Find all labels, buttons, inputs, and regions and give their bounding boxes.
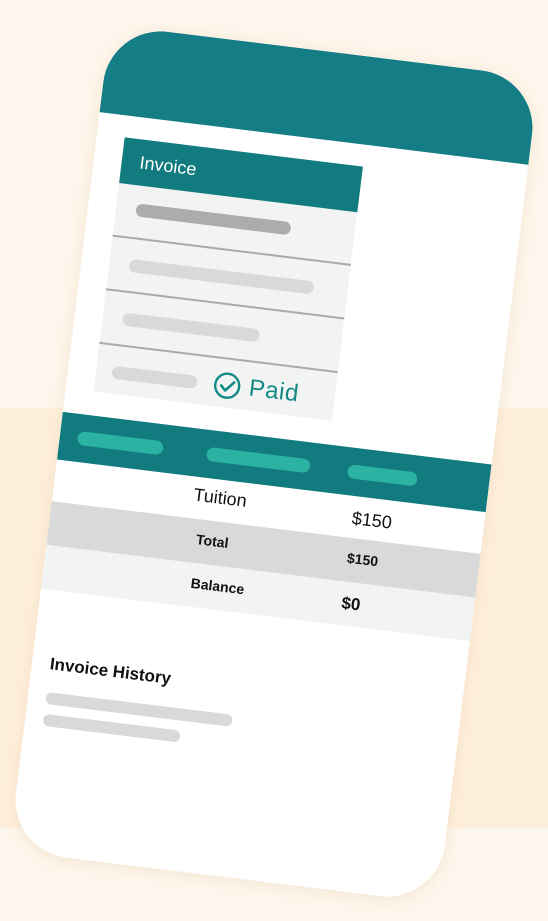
header-placeholder	[205, 446, 311, 474]
invoice-history-title: Invoice History	[48, 654, 173, 688]
row-label: Tuition	[192, 484, 248, 511]
row-label: Balance	[189, 574, 246, 598]
paid-status: Paid	[212, 370, 301, 408]
row-value: $150	[346, 549, 380, 570]
invoice-card[interactable]: Invoice Paid	[93, 137, 363, 421]
row-value: $150	[350, 507, 393, 533]
check-circle-icon	[212, 370, 243, 401]
header-placeholder	[346, 464, 419, 487]
charges-table: Tuition $150 Total $150 Balance $0	[41, 411, 492, 642]
header-placeholder	[76, 430, 164, 456]
placeholder-line	[128, 258, 315, 295]
placeholder-line	[121, 312, 261, 343]
paid-label: Paid	[247, 374, 301, 408]
placeholder-line	[135, 203, 292, 236]
row-value: $0	[340, 593, 362, 615]
row-label: Total	[195, 531, 230, 551]
placeholder-line	[111, 365, 199, 390]
